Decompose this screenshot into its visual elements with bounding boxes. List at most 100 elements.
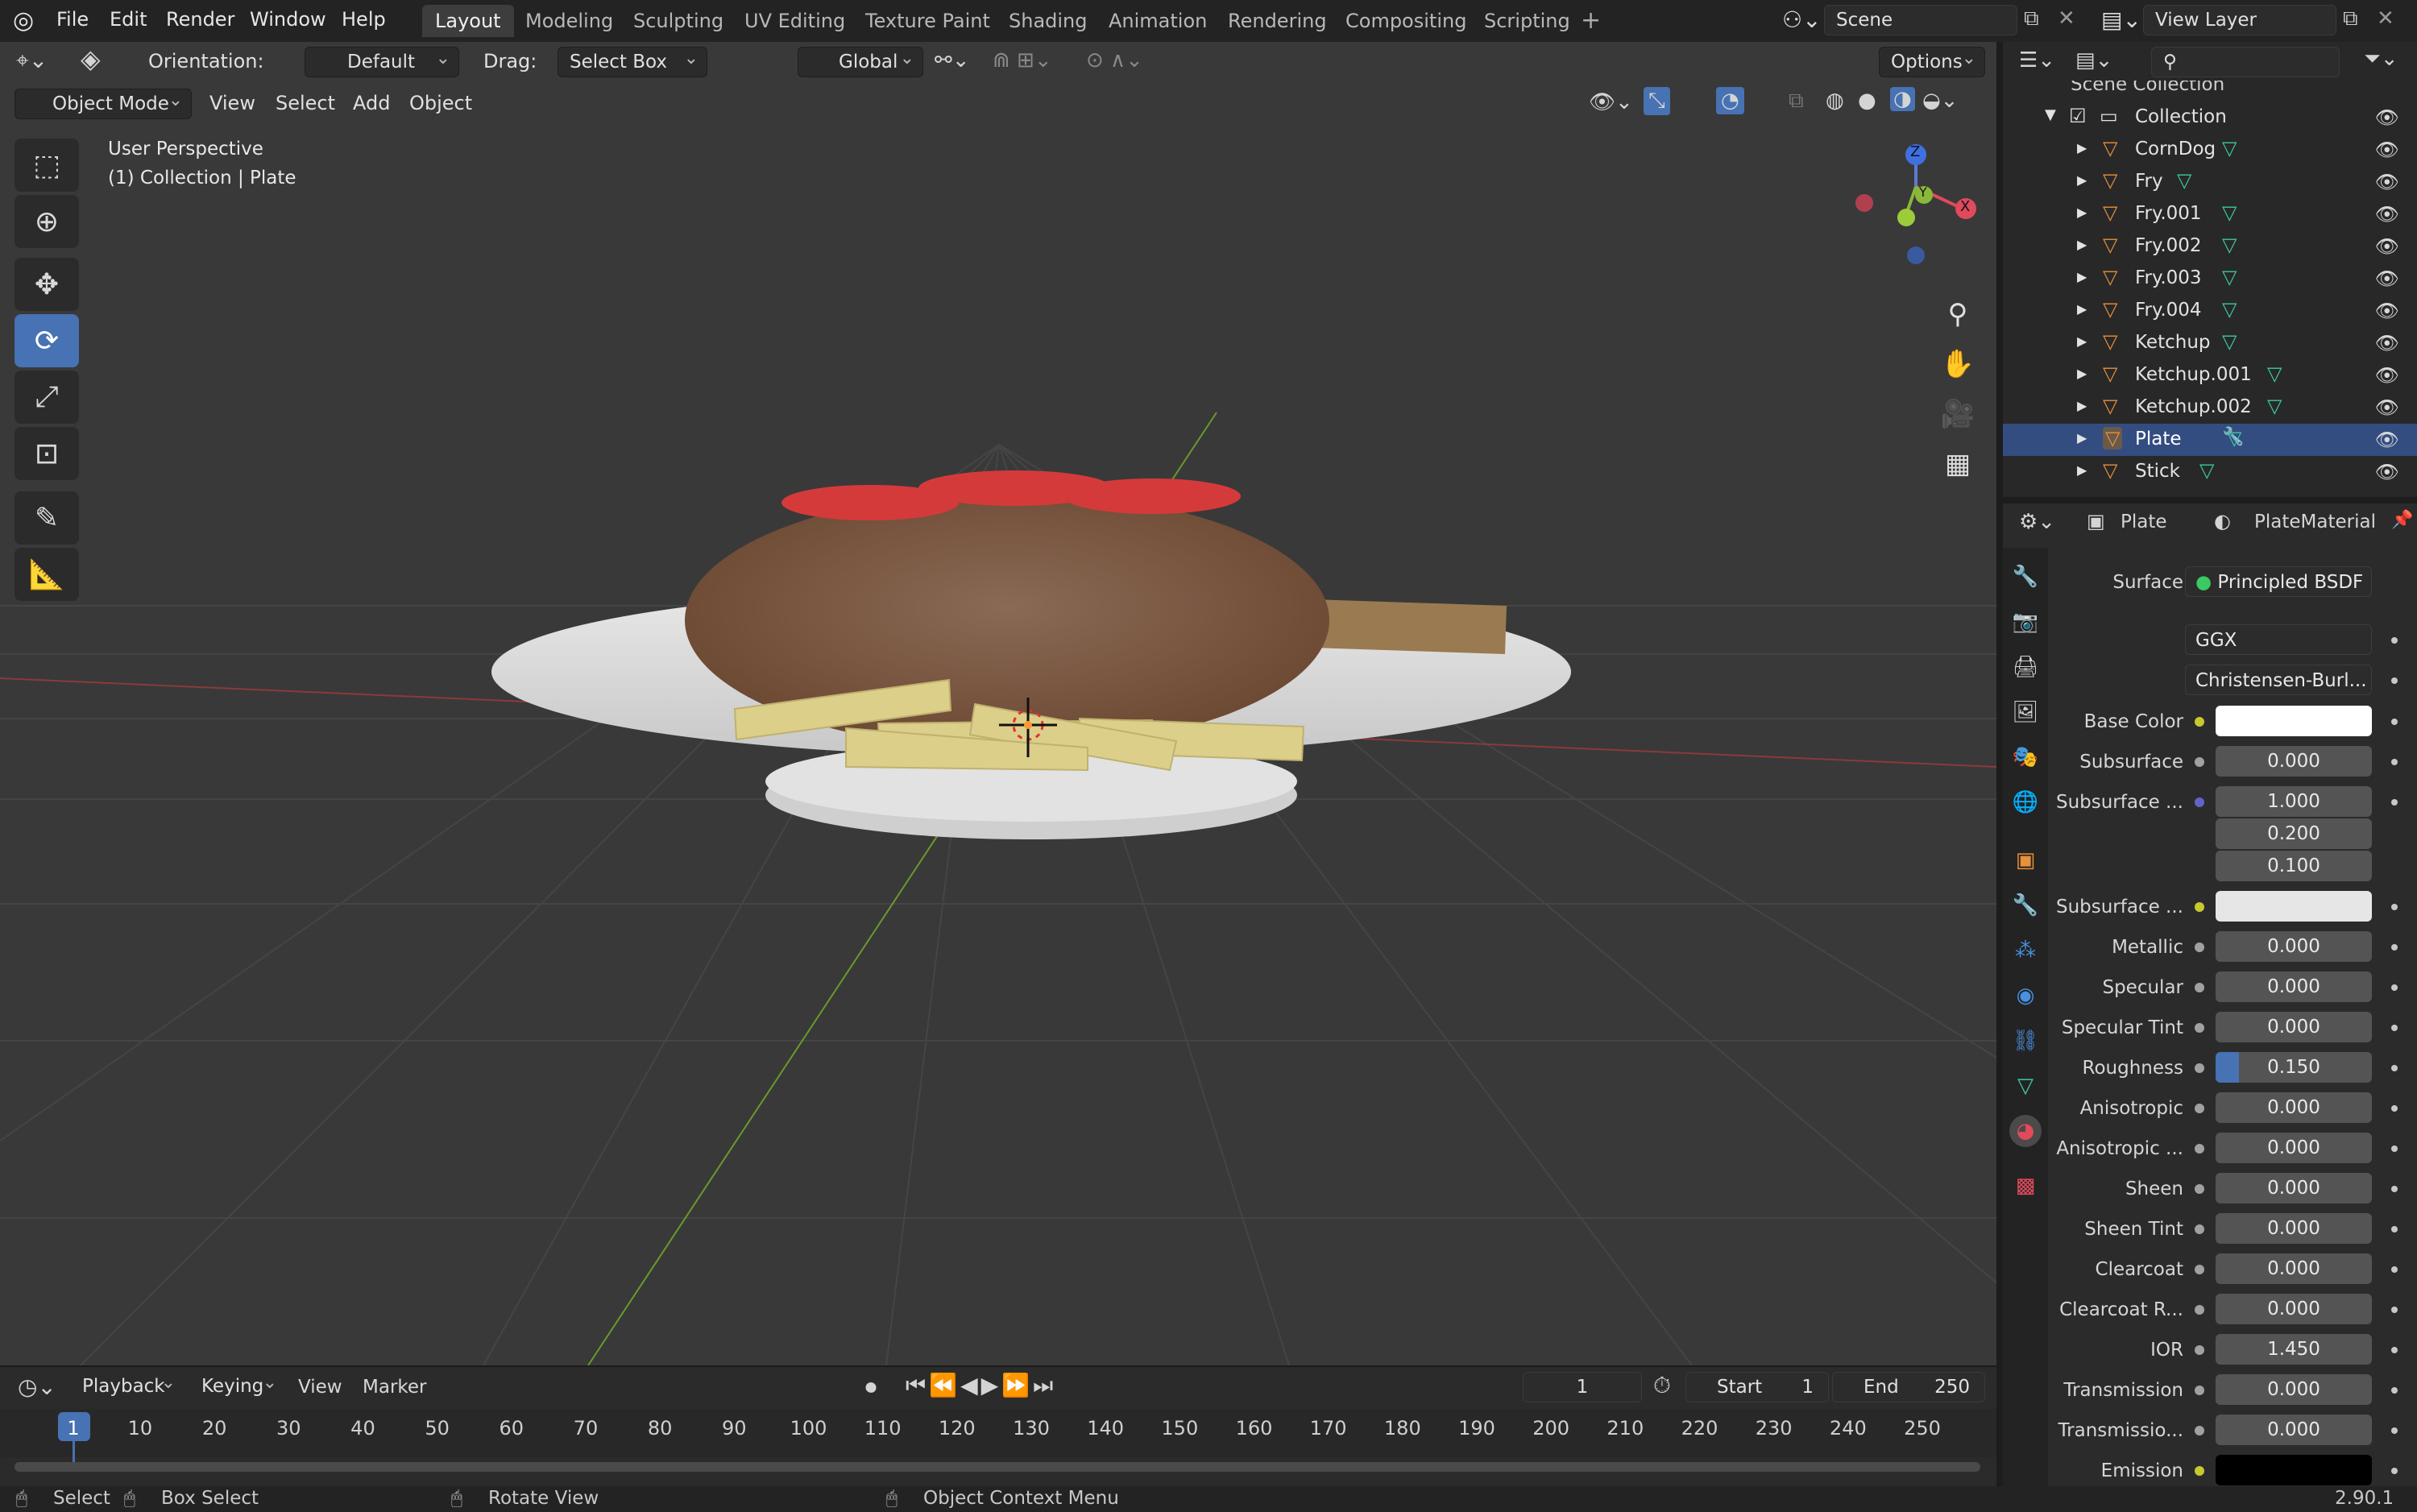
menu-view[interactable]: View (209, 92, 255, 114)
menu-file[interactable]: File (56, 8, 89, 31)
render-tab-icon[interactable]: 📷 (2009, 606, 2042, 638)
socket-dot-icon[interactable] (2195, 942, 2204, 952)
distribution-dropdown[interactable]: GGX (2185, 624, 2372, 655)
expand-arrow-icon[interactable]: ▶ (2077, 237, 2087, 252)
overlay-toggle-icon[interactable]: ◔ (1716, 87, 1744, 114)
socket-dot-icon[interactable] (2195, 1466, 2204, 1476)
cursor-tool[interactable]: ⊕ (15, 195, 79, 248)
socket-dot-icon[interactable] (2195, 1104, 2204, 1113)
scene-icon[interactable]: ⚇⌄ (1782, 6, 1822, 33)
keyframe-dot-icon[interactable] (2391, 1468, 2398, 1474)
socket-dot-icon[interactable] (2195, 757, 2204, 767)
keyframe-dot-icon[interactable] (2391, 1105, 2398, 1112)
start-frame-field[interactable]: Start 1 (1685, 1372, 1829, 1402)
keyframe-dot-icon[interactable] (2391, 1145, 2398, 1152)
outliner-item[interactable]: ▶ ▽ Stick ▽ 👁 (2003, 456, 2417, 488)
eye-icon[interactable]: 👁 (2375, 364, 2399, 387)
value-field[interactable]: 0.200 (2216, 818, 2372, 849)
visibility-icon[interactable]: 👁⌄ (1589, 90, 1633, 114)
clock-icon[interactable]: ⏱ (1653, 1372, 1671, 1399)
outliner[interactable]: ☰⌄ ▤⌄ ⚲ ⏷⌄ Scene Collection ▼ ☑ ▭ Collec… (2003, 42, 2417, 497)
socket-dot-icon[interactable] (2195, 1144, 2204, 1154)
expand-arrow-icon[interactable]: ▶ (2077, 140, 2087, 155)
expand-arrow-icon[interactable]: ▶ (2077, 269, 2087, 284)
menu-window[interactable]: Window (250, 8, 326, 31)
value-field[interactable]: 0.100 (2216, 851, 2372, 881)
tab-layout[interactable]: Layout (422, 5, 514, 37)
socket-dot-icon[interactable] (2195, 1023, 2204, 1033)
keyframe-dot-icon[interactable] (2391, 1266, 2398, 1273)
keyframe-dot-icon[interactable] (2391, 944, 2398, 951)
outliner-item[interactable]: ▶ ▽ Fry.003 ▽ 👁 (2003, 263, 2417, 295)
outliner-item[interactable]: ▶ ▽ Fry.004 ▽ 👁 (2003, 295, 2417, 327)
filter-icon[interactable]: ⏷⌄ (2364, 47, 2398, 72)
keyframe-dot-icon[interactable] (2391, 1226, 2398, 1232)
display-mode-icon[interactable]: ▤⌄ (2075, 48, 2112, 72)
mesh-data-icon[interactable]: ▽ (2177, 169, 2191, 192)
texture-tab-icon[interactable]: ▩ (2009, 1170, 2042, 1202)
color-swatch[interactable] (2216, 891, 2372, 922)
menu-select[interactable]: Select (276, 92, 335, 114)
color-swatch[interactable] (2216, 706, 2372, 736)
expand-arrow-icon[interactable]: ▶ (2077, 366, 2087, 381)
socket-dot-icon[interactable] (2195, 1426, 2204, 1435)
mesh-data-icon[interactable]: ▽ (2267, 362, 2282, 385)
editor-type-icon[interactable]: ⌖⌄ (16, 47, 48, 74)
tab-shading[interactable]: Shading (996, 5, 1101, 37)
measure-tool[interactable]: 📐 (15, 548, 79, 601)
camera-view-icon[interactable]: 🎥 (1937, 393, 1979, 435)
keyframe-dot-icon[interactable] (2391, 1025, 2398, 1031)
end-frame-field[interactable]: End 250 (1832, 1372, 1985, 1402)
expand-arrow-icon[interactable]: ▼ (2045, 106, 2056, 123)
checkbox-icon[interactable]: ☑ (2069, 105, 2087, 127)
world-tab-icon[interactable]: 🌐 (2009, 786, 2042, 818)
tab-scripting[interactable]: Scripting (1471, 5, 1583, 37)
transform-orientation-dropdown[interactable]: Global (798, 44, 923, 77)
socket-dot-icon[interactable] (2195, 717, 2204, 727)
object-tab-icon[interactable]: ▣ (2009, 844, 2042, 876)
value-field[interactable]: 0.000 (2216, 1012, 2372, 1042)
socket-dot-icon[interactable] (2195, 902, 2204, 912)
tab-rendering[interactable]: Rendering (1215, 5, 1340, 37)
tab-texture-paint[interactable]: Texture Paint (852, 5, 1003, 37)
keyframe-dot-icon[interactable] (2391, 1307, 2398, 1313)
material-tab-icon[interactable]: ◕ (2009, 1115, 2042, 1147)
surface-shader-dropdown[interactable]: ● Principled BSDF (2185, 566, 2372, 597)
options-dropdown[interactable]: Options (1879, 44, 1985, 77)
tab-sculpting[interactable]: Sculpting (620, 5, 736, 37)
tab-modeling[interactable]: Modeling (512, 5, 626, 37)
keyframe-dot-icon[interactable] (2391, 1387, 2398, 1394)
menu-add[interactable]: Add (353, 92, 390, 114)
new-view-layer-icon[interactable]: ⧉ (2343, 6, 2358, 31)
pan-hand-icon[interactable]: ✋ (1937, 343, 1979, 385)
output-tab-icon[interactable]: 🖨 (2009, 651, 2042, 683)
scale-tool[interactable]: ⤢ (15, 371, 79, 424)
socket-dot-icon[interactable] (2195, 1184, 2204, 1194)
expand-arrow-icon[interactable]: ▶ (2077, 430, 2087, 445)
transform-tool[interactable]: ⊡ (15, 427, 79, 480)
eye-icon[interactable]: 👁 (2375, 235, 2399, 258)
orthographic-toggle-icon[interactable]: ▦ (1937, 443, 1979, 485)
keyframe-dot-icon[interactable] (2391, 719, 2398, 725)
eye-icon[interactable]: 👁 (2375, 106, 2399, 129)
outliner-item[interactable]: ▶ ▽ Ketchup ▽ 👁 (2003, 327, 2417, 359)
keyframe-dot-icon[interactable] (2391, 1186, 2398, 1192)
socket-dot-icon[interactable] (2195, 1063, 2204, 1073)
constraints-tab-icon[interactable]: ⛓ (2009, 1025, 2042, 1057)
expand-arrow-icon[interactable]: ▶ (2077, 205, 2087, 220)
menu-edit[interactable]: Edit (110, 8, 147, 31)
current-frame-field[interactable]: 1 (1523, 1372, 1642, 1402)
gizmo-toggle-icon[interactable]: ⤡ (1644, 87, 1670, 115)
socket-dot-icon[interactable] (2195, 1265, 2204, 1274)
value-field[interactable]: 0.000 (2216, 931, 2372, 962)
value-field[interactable]: 1.000 (2216, 786, 2372, 817)
snapping-icon[interactable]: ⋒ ⊞⌄ (993, 48, 1052, 72)
annotate-tool[interactable]: ✎ (15, 491, 79, 545)
playback-controls-icon[interactable]: ⏮⏪◀▶⏩⏭ (906, 1372, 1056, 1399)
outliner-search-input[interactable]: ⚲ (2151, 47, 2340, 77)
mesh-data-icon[interactable]: ▽ (2199, 459, 2214, 482)
socket-dot-icon[interactable] (2195, 1386, 2204, 1395)
keying-menu[interactable]: Keying (190, 1369, 285, 1402)
mode-dropdown[interactable]: Object Mode (15, 86, 192, 119)
tool-tab-icon[interactable]: 🔧 (2009, 561, 2042, 593)
